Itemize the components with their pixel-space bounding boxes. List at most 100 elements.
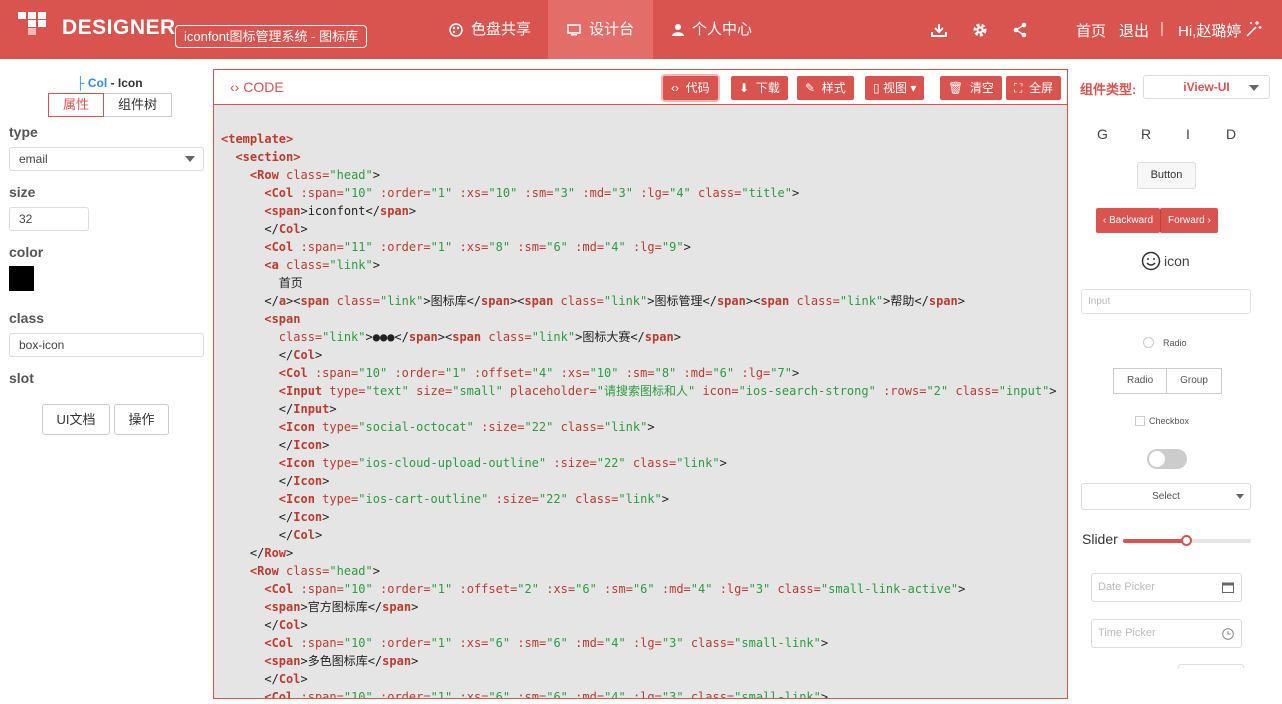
download-icon[interactable] <box>931 22 947 38</box>
code-token: span <box>382 654 412 668</box>
code-token: > <box>314 528 323 542</box>
nav-item-designer[interactable]: 设计台 <box>548 0 653 59</box>
code-token: </ <box>264 618 279 632</box>
code-title-text: CODE <box>243 79 284 95</box>
fullscreen-button[interactable]: ⛶ 全屏 <box>1006 76 1062 100</box>
home-link[interactable]: 首页 <box>1076 20 1106 41</box>
slider-track[interactable] <box>1123 535 1251 546</box>
brand-name: DESIGNER <box>62 16 176 39</box>
nav-item-palette[interactable]: 色盘共享 <box>449 0 531 59</box>
code-token: :order= <box>380 582 431 596</box>
download-button[interactable]: ⬇ 下载 <box>731 76 788 100</box>
button-group-component[interactable]: ‹ Backward Forward › <box>1096 208 1218 233</box>
radio-group-option[interactable]: Radio <box>1113 368 1168 394</box>
forward-label: Forward <box>1168 215 1205 226</box>
input-component[interactable]: Input <box>1081 289 1251 314</box>
system-title-badge[interactable]: iconfont图标管理系统 - 图标库 <box>175 25 368 48</box>
code-editor[interactable]: <template> <section> <Row class="head"> … <box>221 130 1061 698</box>
grid-letter[interactable]: I <box>1186 126 1190 142</box>
radio-group-component[interactable]: Radio Group <box>1113 368 1222 394</box>
backward-button[interactable]: ‹ Backward <box>1096 208 1161 233</box>
code-token: class= <box>690 690 735 698</box>
clear-button[interactable]: 🗑 清空 <box>940 76 1002 100</box>
tab-component-tree[interactable]: 组件树 <box>104 93 173 117</box>
code-token: "title" <box>741 186 792 200</box>
code-line: <Col :span="10" :order="1" :offset="4" :… <box>221 364 1061 382</box>
code-token: span <box>379 204 409 218</box>
grid-letter[interactable]: R <box>1141 126 1151 142</box>
fullscreen-icon: ⛶ <box>1014 81 1023 95</box>
user-greeting[interactable]: Hi,赵璐婷 <box>1178 20 1241 41</box>
crumb-parent[interactable]: Col <box>88 76 107 90</box>
operation-button[interactable]: 操作 <box>114 404 169 435</box>
code-token: span <box>524 294 554 308</box>
class-input[interactable]: box-icon <box>9 333 204 357</box>
grid-letter[interactable]: G <box>1097 126 1108 142</box>
view-button[interactable]: ▯ 视图 ▾ <box>865 76 925 100</box>
share-icon[interactable] <box>1012 22 1028 38</box>
icon-component-label: icon <box>1164 253 1190 269</box>
logout-link[interactable]: 退出 <box>1119 20 1149 41</box>
tab-properties[interactable]: 属性 <box>48 93 105 117</box>
button-component[interactable]: Button <box>1137 162 1196 189</box>
time-picker-component[interactable]: Time Picker <box>1091 619 1242 648</box>
forward-button[interactable]: Forward › <box>1160 208 1218 233</box>
code-token: </ <box>278 474 294 488</box>
code-token: > <box>673 330 681 344</box>
type-select[interactable]: email <box>9 147 204 171</box>
code-token: "1" <box>430 690 453 698</box>
code-token: class= <box>632 456 677 470</box>
code-line: <Icon type="social-octocat" :size="22" c… <box>221 418 1061 436</box>
code-token: > <box>411 600 419 614</box>
size-input[interactable]: 32 <box>9 207 89 231</box>
code-token: type= <box>322 420 359 434</box>
grid-letter[interactable]: D <box>1226 126 1236 142</box>
code-token: >iconfont</ <box>300 204 380 218</box>
icon-component[interactable]: icon <box>1141 251 1190 271</box>
magic-wand-icon[interactable] <box>1245 20 1263 38</box>
checkbox-component[interactable]: Checkbox <box>1135 416 1189 426</box>
slider-handle[interactable] <box>1181 535 1192 546</box>
switch-component[interactable] <box>1147 449 1187 469</box>
code-token: 首页 <box>278 276 303 290</box>
code-token: :lg= <box>640 186 670 200</box>
code-token: "4" <box>531 366 554 380</box>
code-token: >图标库</ <box>423 294 482 308</box>
code-token: size= <box>416 384 453 398</box>
select-component[interactable]: Select <box>1081 483 1251 510</box>
code-token: "10" <box>343 690 373 698</box>
code-token: "small" <box>452 384 503 398</box>
code-line: <span <box>221 310 1061 328</box>
slider-label: Slider <box>1082 531 1118 547</box>
code-token: "small-link" <box>734 636 821 650</box>
code-token: :sm= <box>517 240 547 254</box>
radio-group-option[interactable]: Group <box>1167 368 1222 394</box>
ui-doc-button[interactable]: UI文档 <box>42 404 110 435</box>
component-type-select[interactable]: iView-UI <box>1143 75 1270 99</box>
code-button[interactable]: ‹› 代码 <box>663 76 718 100</box>
style-button[interactable]: ✎ 样式 <box>797 76 854 100</box>
gear-icon[interactable] <box>972 22 988 38</box>
radio-component[interactable]: Radio <box>1143 337 1187 348</box>
code-token: <Row <box>249 564 279 578</box>
code-token: > <box>408 204 417 218</box>
color-swatch[interactable] <box>9 266 34 291</box>
code-token: :md= <box>683 366 713 380</box>
code-token: "link" <box>618 492 662 506</box>
crumb-separator: - <box>110 76 115 90</box>
nav-item-profile[interactable]: 个人中心 <box>672 0 752 59</box>
code-token: :order= <box>380 690 431 698</box>
code-token: >帮助</ <box>883 294 929 308</box>
date-picker-component[interactable]: Date Picker <box>1091 573 1242 602</box>
